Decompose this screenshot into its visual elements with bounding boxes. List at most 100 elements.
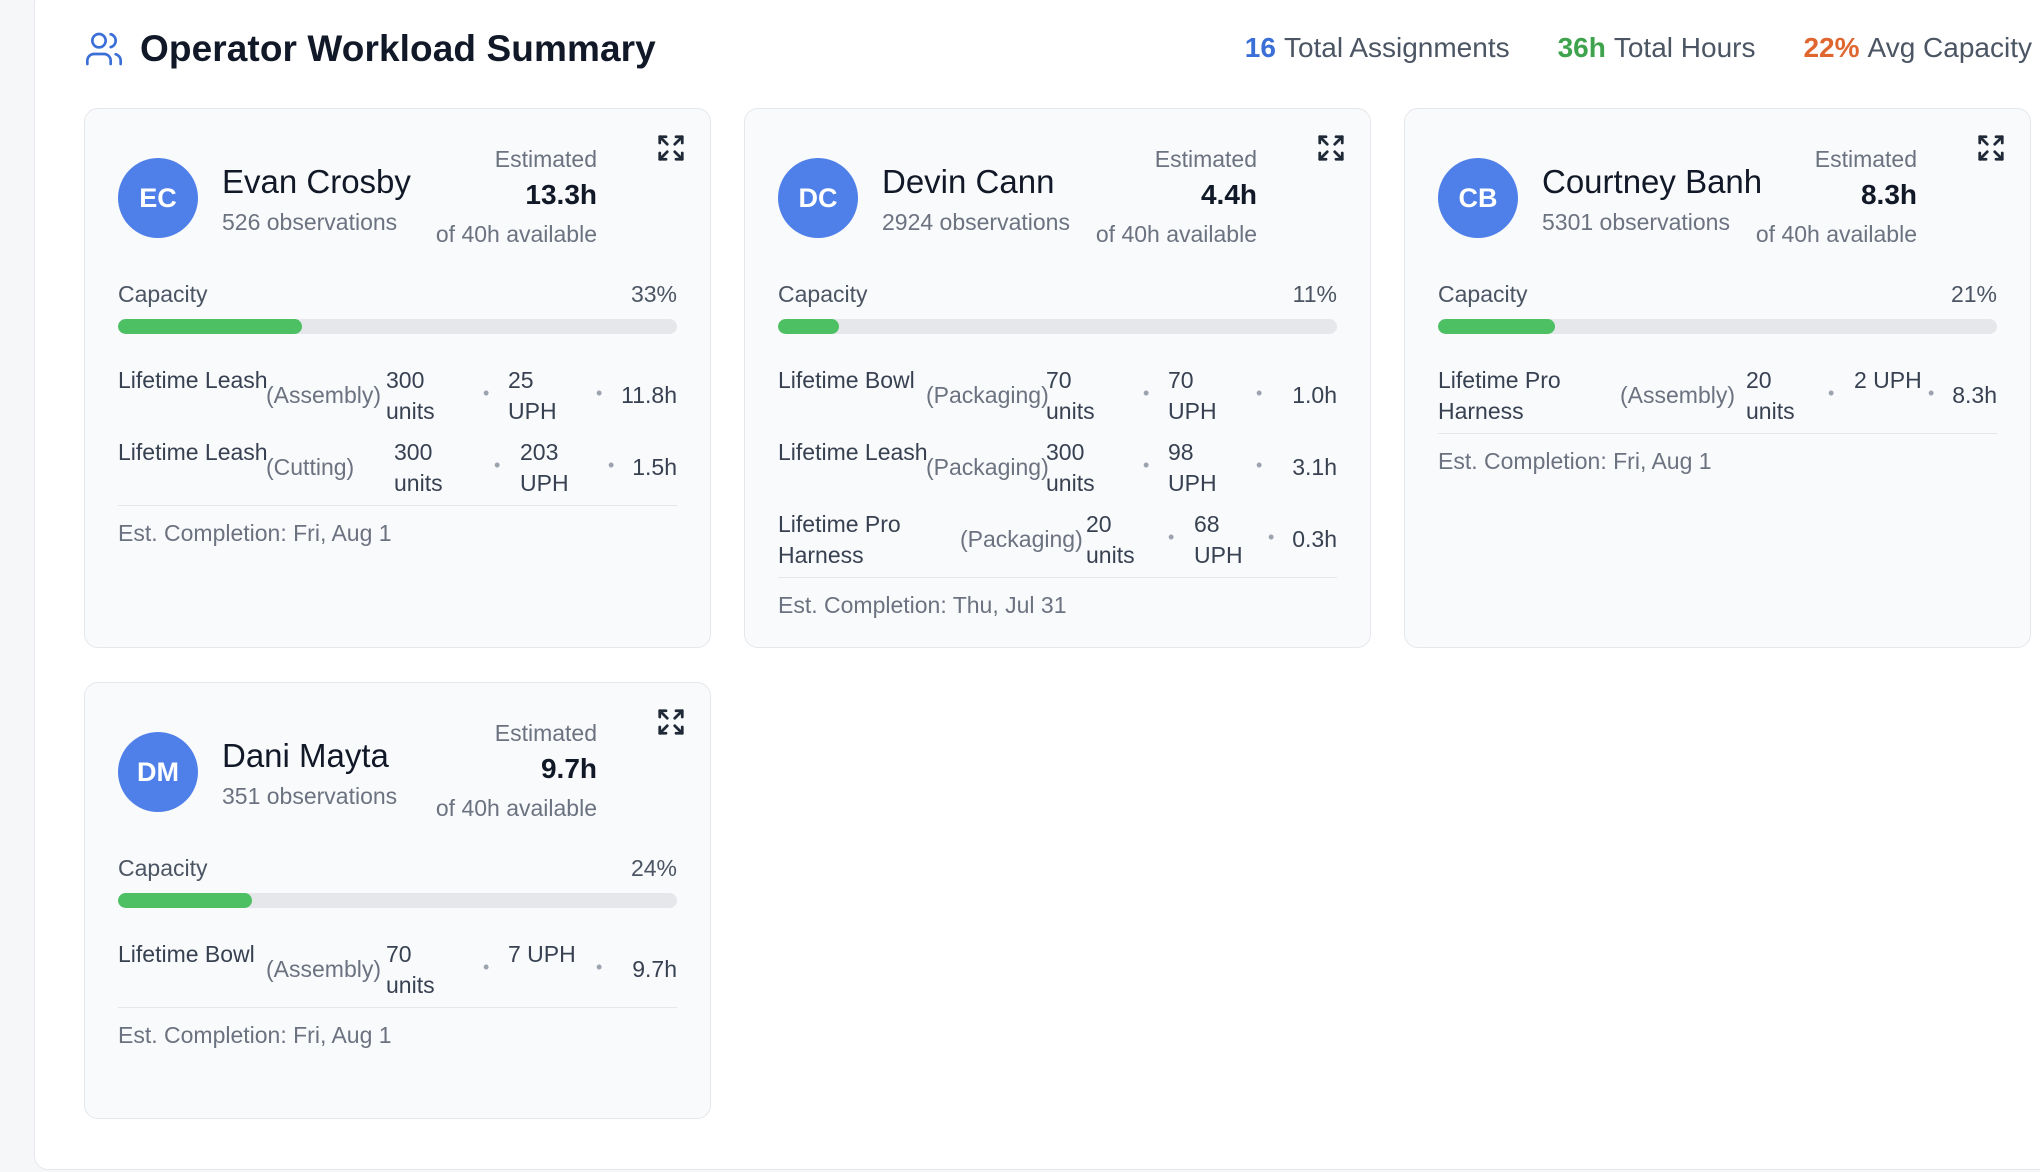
task-uph: 7 UPH	[508, 941, 576, 967]
task-product: Lifetime Bowl	[778, 367, 915, 393]
task-product: Lifetime Pro Harness	[778, 511, 901, 568]
capacity-percent: 21%	[1950, 281, 1997, 307]
stat-value: 16	[1244, 32, 1276, 63]
capacity-bar-fill	[778, 319, 840, 334]
stat-value: 22%	[1803, 32, 1860, 63]
estimated-label: Estimated	[1814, 146, 1917, 172]
task-list: Lifetime Pro Harness (Assembly) 20 units • 2…	[1438, 359, 1997, 475]
estimate-block: Estimated 8.3h of 40h available	[1756, 143, 1917, 251]
capacity-label: Capacity	[1438, 281, 1528, 307]
operator-name: Evan Crosby	[222, 163, 411, 200]
page-title: Operator Workload Summary	[140, 28, 656, 69]
available-hours: of 40h available	[1095, 221, 1257, 247]
separator-dot: •	[1268, 527, 1275, 547]
task-product: Lifetime Leash	[118, 439, 268, 465]
task-process: (Assembly)	[1620, 382, 1736, 408]
task-row: Lifetime Bowl (Packaging) 70 units • 70 UPH •…	[778, 359, 1337, 431]
task-uph: 2 UPH	[1854, 367, 1922, 393]
task-hours: 3.1h	[1292, 454, 1337, 480]
observation-count: 2924 observations	[882, 209, 1070, 235]
expand-icon[interactable]	[1316, 133, 1346, 163]
task-list: Lifetime Bowl (Packaging) 70 units • 70 UPH •…	[778, 359, 1337, 619]
task-uph: 203 UPH	[520, 439, 569, 496]
capacity-label: Capacity	[118, 281, 208, 307]
task-process: (Packaging)	[926, 382, 1049, 408]
task-product: Lifetime Pro Harness	[1438, 367, 1561, 424]
task-list: Lifetime Leash (Assembly) 300 units • 25 UPH…	[118, 359, 677, 547]
estimated-hours: 9.7h	[540, 753, 597, 784]
avatar: DC	[778, 158, 858, 238]
task-uph: 68 UPH	[1194, 511, 1243, 568]
divider	[118, 1007, 677, 1008]
task-row: Lifetime Leash (Cutting) 300 units • 203 UPH…	[118, 431, 677, 503]
expand-icon[interactable]	[656, 133, 686, 163]
summary-stat: 36h Total Hours	[1558, 32, 1756, 64]
capacity-percent: 33%	[630, 281, 677, 307]
operator-name: Devin Cann	[882, 163, 1055, 200]
task-row: Lifetime Bowl (Assembly) 70 units • 7 UPH • 9.…	[118, 933, 677, 1005]
task-row: Lifetime Leash (Packaging) 300 units • 98 UP…	[778, 431, 1337, 503]
separator-dot: •	[1256, 455, 1263, 475]
task-product: Lifetime Bowl	[118, 941, 255, 967]
summary-stat: 16 Total Assignments	[1245, 32, 1510, 64]
expand-icon[interactable]	[656, 707, 686, 737]
separator-dot: •	[1828, 383, 1835, 403]
operator-card: DC Devin Cann 2924 observations Estimated 4.…	[744, 108, 1371, 648]
estimated-hours: 4.4h	[1200, 179, 1257, 210]
task-units: 70 units	[386, 941, 435, 998]
task-product: Lifetime Leash	[118, 367, 268, 393]
observation-count: 526 observations	[222, 209, 398, 235]
task-hours: 1.0h	[1292, 382, 1337, 408]
task-row: Lifetime Pro Harness (Assembly) 20 units • 2…	[1438, 359, 1997, 431]
observation-count: 351 observations	[222, 783, 398, 809]
expand-icon[interactable]	[1976, 133, 2006, 163]
summary-stats: 16 Total Assignments 36h Total Hours 22% Avg …	[1245, 32, 2032, 64]
task-hours: 0.3h	[1292, 526, 1337, 552]
task-hours: 8.3h	[1952, 382, 1997, 408]
task-hours: 11.8h	[621, 382, 677, 408]
task-units: 20 units	[1086, 511, 1135, 568]
task-product: Lifetime Leash	[778, 439, 928, 465]
stat-label: Total Hours	[1613, 32, 1756, 63]
capacity-row: Capacity 24%	[118, 855, 677, 882]
separator-dot: •	[1928, 383, 1935, 403]
estimated-completion: Est. Completion: Thu, Jul 31	[778, 592, 1067, 618]
separator-dot: •	[483, 957, 490, 977]
operator-card: DM Dani Mayta 351 observations Estimated 9.7…	[84, 682, 711, 1119]
task-hours: 1.5h	[632, 454, 677, 480]
separator-dot: •	[1168, 527, 1175, 547]
task-process: (Packaging)	[926, 454, 1049, 480]
divider	[778, 577, 1337, 578]
estimated-completion: Est. Completion: Fri, Aug 1	[118, 1022, 392, 1048]
capacity-percent: 11%	[1292, 281, 1337, 307]
estimated-hours: 8.3h	[1860, 179, 1917, 210]
divider	[1438, 433, 1997, 434]
estimated-label: Estimated	[1154, 146, 1257, 172]
capacity-bar-fill	[118, 319, 303, 334]
separator-dot: •	[483, 383, 490, 403]
capacity-row: Capacity 33%	[118, 281, 677, 308]
task-process: (Cutting)	[266, 454, 355, 480]
task-hours: 9.7h	[632, 956, 677, 982]
task-units: 20 units	[1746, 367, 1795, 424]
capacity-label: Capacity	[118, 855, 208, 881]
capacity-label: Capacity	[778, 281, 868, 307]
divider	[118, 505, 677, 506]
stat-label: Total Assignments	[1283, 32, 1510, 63]
separator-dot: •	[596, 957, 603, 977]
task-uph: 25 UPH	[508, 367, 557, 424]
task-list: Lifetime Bowl (Assembly) 70 units • 7 UPH • 9.…	[118, 933, 677, 1049]
available-hours: of 40h available	[435, 795, 597, 821]
separator-dot: •	[596, 383, 603, 403]
available-hours: of 40h available	[1755, 221, 1917, 247]
task-row: Lifetime Leash (Assembly) 300 units • 25 UPH…	[118, 359, 677, 431]
estimate-block: Estimated 9.7h of 40h available	[436, 717, 597, 825]
task-units: 70 units	[1046, 367, 1095, 424]
task-process: (Packaging)	[960, 526, 1083, 552]
operator-card: EC Evan Crosby 526 observations Estimated 13…	[84, 108, 711, 648]
operator-card: CB Courtney Banh 5301 observations Estimate…	[1404, 108, 2031, 648]
summary-stat: 22% Avg Capacity	[1803, 32, 2032, 64]
capacity-bar	[1438, 319, 1997, 334]
operator-name: Dani Mayta	[222, 737, 389, 774]
separator-dot: •	[608, 455, 615, 475]
